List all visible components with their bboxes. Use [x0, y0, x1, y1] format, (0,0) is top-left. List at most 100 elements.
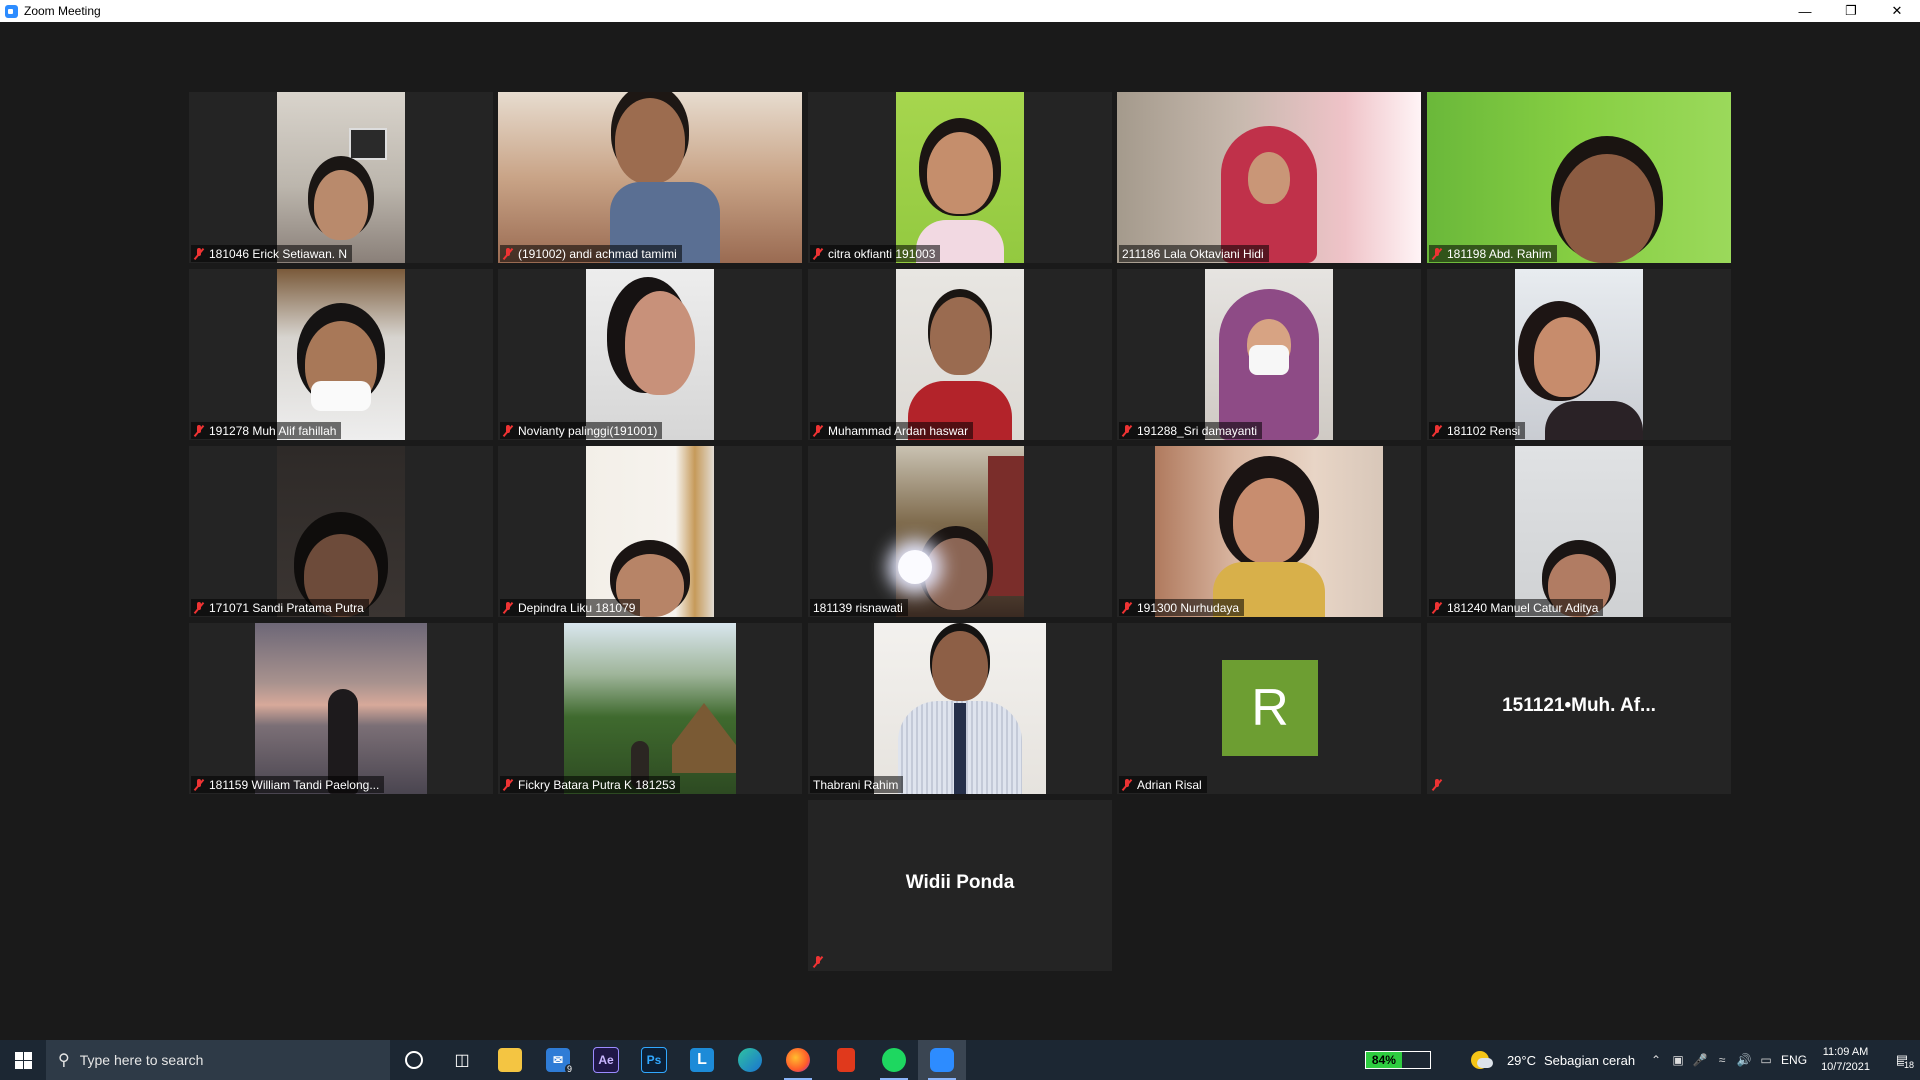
muted-mic-icon: [194, 601, 204, 614]
muted-mic-icon: [813, 955, 823, 968]
battery-icon[interactable]: ▭: [1755, 1053, 1777, 1067]
muted-mic-icon: [1122, 778, 1132, 791]
participant-video: [1155, 446, 1383, 617]
search-icon: ⚲: [58, 1052, 70, 1069]
notification-center-icon[interactable]: ▤ 18: [1884, 1052, 1920, 1070]
muted-mic-icon: [813, 247, 823, 260]
participant-video: [896, 446, 1024, 617]
participant-tile[interactable]: R Adrian Risal: [1117, 623, 1421, 794]
participant-name-tag: 191278 Muh Alif fahillah: [191, 422, 342, 439]
muted-mic-icon: [194, 247, 204, 260]
participant-tile[interactable]: 181159 William Tandi Paelong...: [189, 623, 493, 794]
zoom-icon[interactable]: [918, 1040, 966, 1080]
minimize-button[interactable]: —: [1782, 0, 1828, 22]
windows-taskbar: ⚲ Type here to search ◫ ✉ 9 Ae Ps L 84% 2…: [0, 1040, 1920, 1080]
participant-video: [255, 623, 427, 794]
start-button[interactable]: [0, 1040, 46, 1080]
zoom-tray-icon[interactable]: ▣: [1667, 1053, 1689, 1067]
participant-tile[interactable]: 191300 Nurhudaya: [1117, 446, 1421, 617]
participant-tile-active-speaker[interactable]: 211186 Lala Oktaviani Hidi: [1117, 92, 1421, 263]
participant-video: [896, 92, 1024, 263]
participant-name-tag: Muhammad Ardan haswar: [810, 422, 974, 439]
participant-name-tag: 171071 Sandi Pratama Putra: [191, 599, 369, 616]
participant-name-tag: Depindra Liku 181079: [500, 599, 641, 616]
participant-name-tag: [1429, 776, 1452, 793]
wifi-icon[interactable]: ≈: [1711, 1053, 1733, 1067]
participant-tile[interactable]: citra okfianti 191003: [808, 92, 1112, 263]
cortana-icon[interactable]: [390, 1040, 438, 1080]
participant-name-tag: Fickry Batara Putra K 181253: [500, 776, 681, 793]
weather-widget[interactable]: 29°C Sebagian cerah: [1470, 1051, 1635, 1069]
muted-mic-icon: [1432, 247, 1442, 260]
microphone-icon[interactable]: 🎤: [1689, 1053, 1711, 1067]
participant-name-tag: Adrian Risal: [1119, 776, 1207, 793]
chevron-up-icon[interactable]: ⌃: [1645, 1053, 1667, 1067]
participant-tile[interactable]: Thabrani Rahim: [808, 623, 1112, 794]
search-placeholder: Type here to search: [79, 1052, 204, 1068]
participant-video: [564, 623, 736, 794]
language-indicator[interactable]: ENG: [1777, 1053, 1811, 1067]
speaker-icon[interactable]: 🔊: [1733, 1053, 1755, 1067]
title-bar: Zoom Meeting — ❐ ✕: [0, 0, 1920, 22]
participant-video: [586, 446, 714, 617]
edge-icon[interactable]: [726, 1040, 774, 1080]
avatar: R: [1222, 660, 1318, 756]
participant-tile[interactable]: Fickry Batara Putra K 181253: [498, 623, 802, 794]
participant-video: [874, 623, 1046, 794]
participant-tile[interactable]: 181198 Abd. Rahim: [1427, 92, 1731, 263]
partly-sunny-icon: [1470, 1051, 1493, 1069]
spotify-icon[interactable]: [870, 1040, 918, 1080]
muted-mic-icon: [1432, 778, 1442, 791]
participant-name-tag: 181046 Erick Setiawan. N: [191, 245, 353, 262]
after-effects-icon[interactable]: Ae: [582, 1040, 630, 1080]
participant-name-tag: Novianty palinggi(191001): [500, 422, 663, 439]
firefox-icon[interactable]: [774, 1040, 822, 1080]
participant-video: [1515, 269, 1643, 440]
muted-mic-icon: [503, 424, 513, 437]
participant-tile[interactable]: Novianty palinggi(191001): [498, 269, 802, 440]
participant-tile[interactable]: (191002) andi achmad tamimi: [498, 92, 802, 263]
participant-tile[interactable]: 181139 risnawati: [808, 446, 1112, 617]
office-icon[interactable]: [822, 1040, 870, 1080]
participant-name-tag: Thabrani Rahim: [810, 776, 904, 793]
window-title: Zoom Meeting: [24, 4, 101, 18]
l-app-icon[interactable]: L: [678, 1040, 726, 1080]
participant-tile[interactable]: 151121•Muh. Af...: [1427, 623, 1731, 794]
participant-video: [277, 446, 405, 617]
file-explorer-icon[interactable]: [486, 1040, 534, 1080]
restore-button[interactable]: ❐: [1828, 0, 1874, 22]
close-button[interactable]: ✕: [1874, 0, 1920, 22]
participant-video: [1427, 92, 1731, 263]
participant-name-tag: 191288_Sri damayanti: [1119, 422, 1263, 439]
taskbar-search-box[interactable]: ⚲ Type here to search: [46, 1040, 390, 1080]
system-tray: 84% 29°C Sebagian cerah ⌃ ▣ 🎤 ≈ 🔊 ▭ ENG …: [1364, 1040, 1920, 1080]
participant-tile[interactable]: Widii Ponda: [808, 800, 1112, 971]
participant-tile[interactable]: 171071 Sandi Pratama Putra: [189, 446, 493, 617]
muted-mic-icon: [1432, 601, 1442, 614]
mail-icon[interactable]: ✉ 9: [534, 1040, 582, 1080]
muted-mic-icon: [194, 778, 204, 791]
battery-indicator[interactable]: 84%: [1364, 1051, 1431, 1069]
clock[interactable]: 11:09 AM 10/7/2021: [1821, 1045, 1870, 1075]
participant-video: [1117, 92, 1421, 263]
participant-name-tag: 211186 Lala Oktaviani Hidi: [1119, 245, 1269, 262]
participant-tile[interactable]: Depindra Liku 181079: [498, 446, 802, 617]
muted-mic-icon: [1122, 601, 1132, 614]
photoshop-icon[interactable]: Ps: [630, 1040, 678, 1080]
participant-tile[interactable]: 181046 Erick Setiawan. N: [189, 92, 493, 263]
task-view-icon[interactable]: ◫: [438, 1040, 486, 1080]
participant-name-tag: 191300 Nurhudaya: [1119, 599, 1245, 616]
participant-tile[interactable]: 191288_Sri damayanti: [1117, 269, 1421, 440]
participant-video: [277, 92, 405, 263]
participant-video: [1205, 269, 1333, 440]
windows-logo-icon: [14, 1051, 32, 1069]
muted-mic-icon: [813, 424, 823, 437]
participant-video: [1515, 446, 1643, 617]
participant-tile[interactable]: Muhammad Ardan haswar: [808, 269, 1112, 440]
participant-tile[interactable]: 181102 Rensi: [1427, 269, 1731, 440]
participant-name-tag: citra okfianti 191003: [810, 245, 941, 262]
participant-tile[interactable]: 191278 Muh Alif fahillah: [189, 269, 493, 440]
participant-name-tag: 181198 Abd. Rahim: [1429, 245, 1557, 262]
participant-tile[interactable]: 181240 Manuel Catur Aditya: [1427, 446, 1731, 617]
participant-name-tag: 181159 William Tandi Paelong...: [191, 776, 385, 793]
